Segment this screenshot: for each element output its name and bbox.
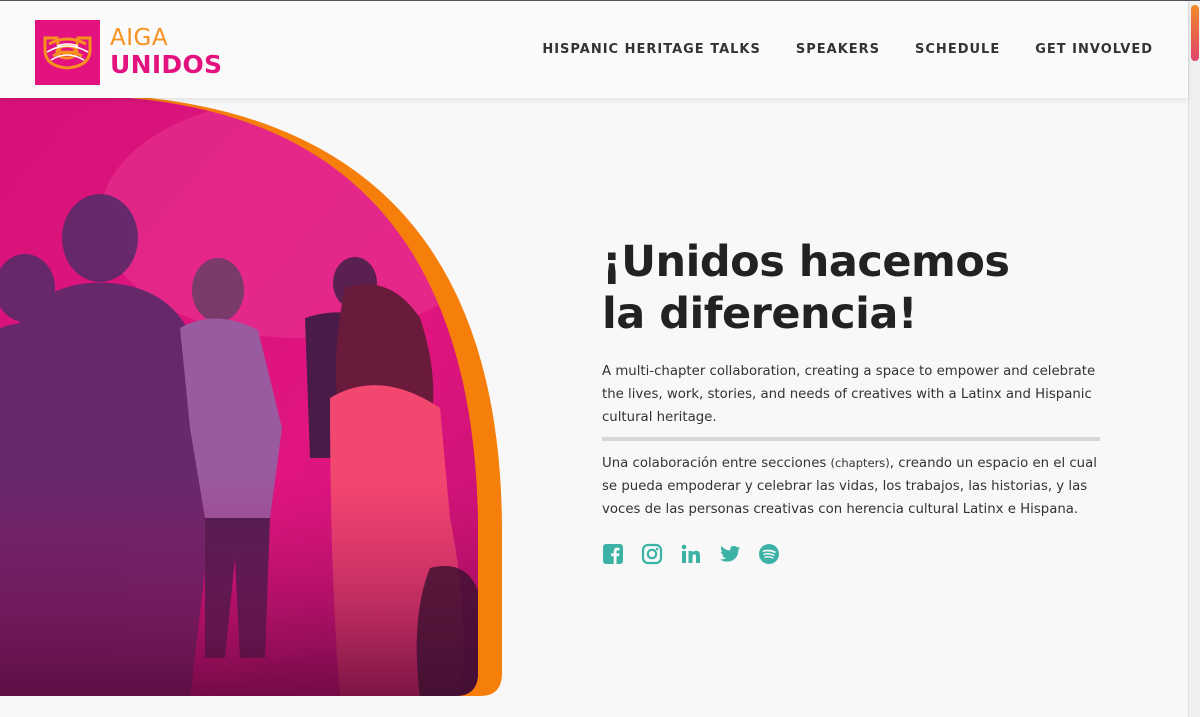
logo-unidos-text: UNIDOS: [110, 50, 223, 79]
logo-aiga-text: AIGA: [110, 25, 169, 51]
facebook-icon: [603, 544, 623, 564]
nav-speakers[interactable]: SPEAKERS: [796, 42, 880, 57]
scrollbar-thumb[interactable]: [1191, 5, 1199, 61]
linkedin-link[interactable]: [680, 543, 702, 565]
facebook-link[interactable]: [602, 543, 624, 565]
spotify-link[interactable]: [758, 543, 780, 565]
desc-es-part1: Una colaboración entre secciones: [602, 456, 831, 471]
twitter-icon: [720, 545, 740, 562]
hero-title: ¡Unidos hacemos la diferencia!: [602, 236, 1102, 340]
section-divider: [602, 437, 1100, 441]
instagram-link[interactable]: [641, 543, 663, 565]
spotify-icon: [759, 544, 779, 564]
logo-wordmark: AIGA UNIDOS: [110, 25, 223, 79]
nav-hispanic-heritage-talks[interactable]: HISPANIC HERITAGE TALKS: [542, 42, 761, 57]
instagram-icon: [641, 543, 663, 565]
site-header: AIGA UNIDOS HISPANIC HERITAGE TALKS SPEA…: [0, 1, 1188, 98]
hero-text: ¡Unidos hacemos la diferencia! A multi-c…: [602, 236, 1102, 565]
hero-description-en: A multi-chapter collaboration, creating …: [602, 364, 1096, 425]
hero-photo: [0, 98, 502, 696]
page-scrollbar[interactable]: [1188, 1, 1200, 717]
aiga-unidos-logo-icon: [35, 19, 100, 85]
nav-get-involved[interactable]: GET INVOLVED: [1035, 42, 1153, 57]
hero-title-line2: la diferencia!: [602, 289, 917, 339]
linkedin-icon: [681, 544, 700, 563]
social-links: [602, 543, 1102, 565]
site-logo[interactable]: AIGA UNIDOS: [35, 19, 235, 85]
hero-description-es: Una colaboración entre secciones (chapte…: [602, 452, 1102, 521]
main-nav: HISPANIC HERITAGE TALKS SPEAKERS SCHEDUL…: [542, 42, 1153, 57]
nav-schedule[interactable]: SCHEDULE: [915, 42, 1000, 57]
hero-title-line1: ¡Unidos hacemos: [602, 237, 1010, 287]
desc-es-chapters: (chapters): [830, 456, 890, 470]
twitter-link[interactable]: [719, 543, 741, 565]
